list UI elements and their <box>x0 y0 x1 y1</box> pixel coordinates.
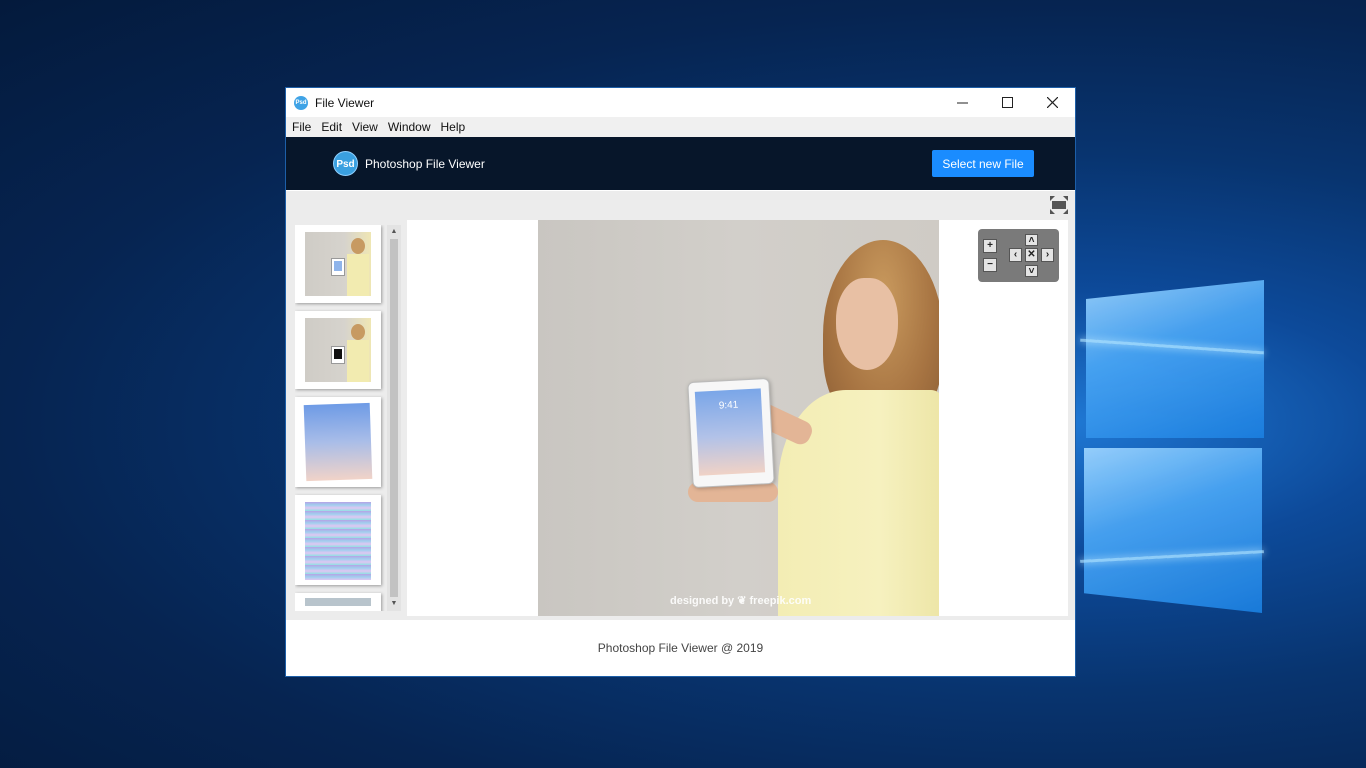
thumbnail-item[interactable] <box>295 225 381 303</box>
psd-logo: Psd <box>333 151 358 176</box>
navigation-panel: + − ˄ ‹ ✕ › ˅ <box>978 229 1059 282</box>
fullscreen-icon[interactable] <box>1049 195 1069 215</box>
thumbnail-image <box>305 502 371 580</box>
minimize-icon <box>957 102 968 104</box>
thumbnail-image <box>305 232 371 296</box>
zoom-out-button[interactable]: − <box>983 258 997 272</box>
menu-edit[interactable]: Edit <box>321 120 347 134</box>
image-viewer[interactable]: 9:41 designed by ❦ freepik.com + − ˄ ‹ ✕… <box>407 220 1068 616</box>
tablet-shape: 9:41 <box>687 377 775 489</box>
logo-pane-bottom <box>1084 448 1262 613</box>
scroll-thumb[interactable] <box>390 239 398 597</box>
menu-file[interactable]: File <box>292 120 316 134</box>
thumbnail-image <box>303 402 373 482</box>
select-new-file-button[interactable]: Select new File <box>932 150 1034 177</box>
title-bar[interactable]: Psd File Viewer <box>286 88 1075 117</box>
tablet-screen: 9:41 <box>694 388 766 476</box>
menu-window[interactable]: Window <box>388 120 436 134</box>
reset-view-button[interactable]: ✕ <box>1025 248 1038 262</box>
maximize-icon <box>1002 97 1013 108</box>
scroll-down-arrow-icon[interactable]: ▼ <box>387 597 401 611</box>
tablet-time: 9:41 <box>718 399 739 412</box>
windows-logo <box>1082 280 1266 615</box>
thumbnail-item[interactable] <box>295 311 381 389</box>
app-header: Psd Photoshop File Viewer Select new Fil… <box>286 137 1075 190</box>
pan-right-button[interactable]: › <box>1041 248 1054 262</box>
thumbnail-item[interactable] <box>295 495 381 585</box>
workspace: ▲ ▼ 9:41 designed by ❦ freepik.com + − ˄… <box>286 191 1075 620</box>
thumbnail-image <box>305 598 371 606</box>
zoom-in-button[interactable]: + <box>983 239 997 253</box>
logo-pane-top <box>1086 280 1264 438</box>
footer-text: Photoshop File Viewer @ 2019 <box>597 641 764 655</box>
freepik-watermark: designed by ❦ freepik.com <box>670 595 812 607</box>
file-viewer-window: Psd File Viewer File Edit View Window He… <box>285 87 1076 677</box>
pan-up-button[interactable]: ˄ <box>1025 234 1038 246</box>
menu-bar: File Edit View Window Help <box>286 117 1075 137</box>
thumbnail-image <box>305 318 371 382</box>
menu-help[interactable]: Help <box>441 120 471 134</box>
pan-down-button[interactable]: ˅ <box>1025 265 1038 277</box>
preview-image: 9:41 designed by ❦ freepik.com <box>538 220 939 616</box>
scroll-up-arrow-icon[interactable]: ▲ <box>387 225 401 239</box>
thumbnail-item[interactable] <box>295 397 381 487</box>
pan-left-button[interactable]: ‹ <box>1009 248 1022 262</box>
window-title: File Viewer <box>315 95 375 110</box>
app-icon: Psd <box>294 95 308 110</box>
footer: Photoshop File Viewer @ 2019 <box>286 620 1075 676</box>
thumbnail-item[interactable] <box>295 593 381 611</box>
header-title: Photoshop File Viewer <box>365 156 485 171</box>
thumbnail-scrollbar[interactable]: ▲ ▼ <box>387 225 401 611</box>
menu-view[interactable]: View <box>352 120 383 134</box>
minimize-button[interactable] <box>940 88 985 117</box>
close-button[interactable] <box>1030 88 1075 117</box>
maximize-button[interactable] <box>985 88 1030 117</box>
thumbnail-list <box>295 225 399 611</box>
close-icon <box>1047 97 1058 108</box>
face-shape <box>836 278 898 370</box>
